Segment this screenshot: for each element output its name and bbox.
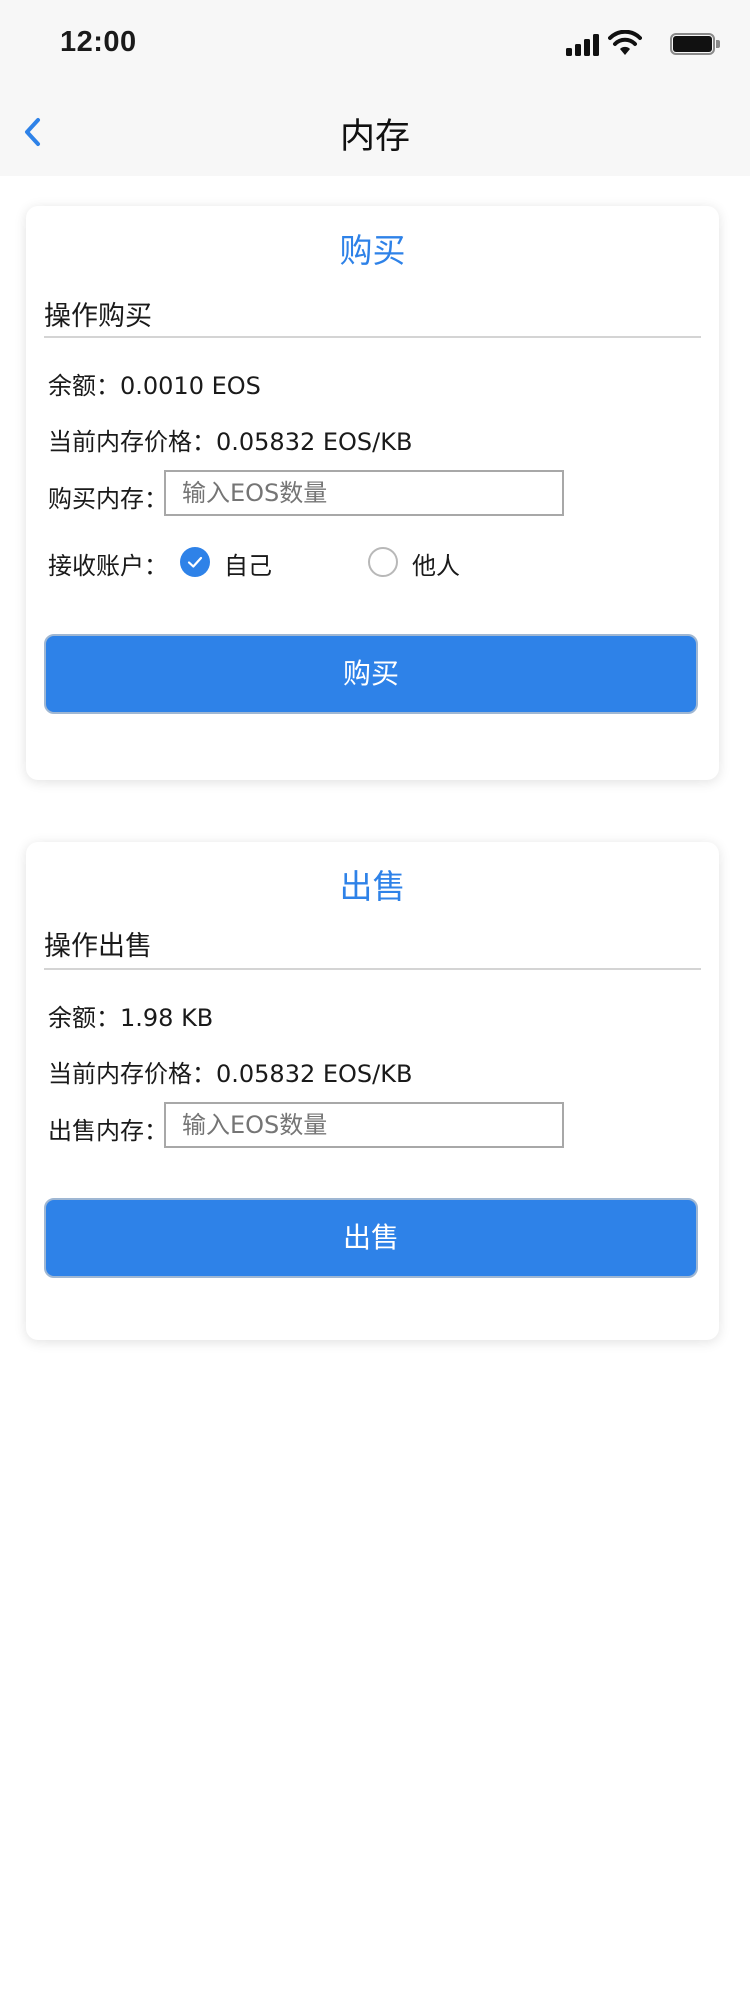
divider	[44, 336, 701, 338]
divider	[44, 968, 701, 970]
buy-operation-heading: 操作购买	[44, 301, 152, 332]
receiver-self-radio[interactable]	[180, 547, 210, 577]
sell-card: 出售 操作出售 余额：1.98 KB 当前内存价格：0.05832 EOS/KB…	[26, 842, 719, 1340]
battery-icon	[670, 33, 720, 55]
buy-amount-label: 购买内存：	[48, 485, 168, 513]
buy-price: 当前内存价格：0.05832 EOS/KB	[48, 428, 413, 456]
status-bar: 12:00	[0, 0, 750, 88]
buy-amount-input[interactable]	[164, 470, 564, 516]
receiver-label: 接收账户：	[48, 552, 168, 580]
buy-card: 购买 操作购买 余额：0.0010 EOS 当前内存价格：0.05832 EOS…	[26, 206, 719, 780]
sell-amount-input[interactable]	[164, 1102, 564, 1148]
receiver-self-label[interactable]: 自己	[224, 546, 272, 581]
sell-card-title: 出售	[339, 867, 406, 906]
sell-operation-heading: 操作出售	[44, 931, 152, 962]
status-icons	[560, 30, 720, 58]
buy-balance: 余额：0.0010 EOS	[48, 372, 261, 400]
sell-balance: 余额：1.98 KB	[48, 1004, 214, 1032]
status-time: 12:00	[60, 26, 137, 58]
cellular-signal-icon	[566, 32, 600, 56]
receiver-other-label[interactable]: 他人	[412, 546, 460, 581]
nav-bar: 内存	[0, 88, 750, 176]
check-icon	[187, 556, 203, 568]
sell-amount-label: 出售内存：	[48, 1117, 168, 1145]
wifi-icon	[608, 30, 642, 55]
buy-button[interactable]: 购买	[44, 634, 698, 714]
receiver-other-radio[interactable]	[368, 547, 398, 577]
sell-button[interactable]: 出售	[44, 1198, 698, 1278]
page-title: 内存	[339, 117, 410, 157]
buy-card-title: 购买	[339, 231, 406, 270]
sell-price: 当前内存价格：0.05832 EOS/KB	[48, 1060, 413, 1088]
